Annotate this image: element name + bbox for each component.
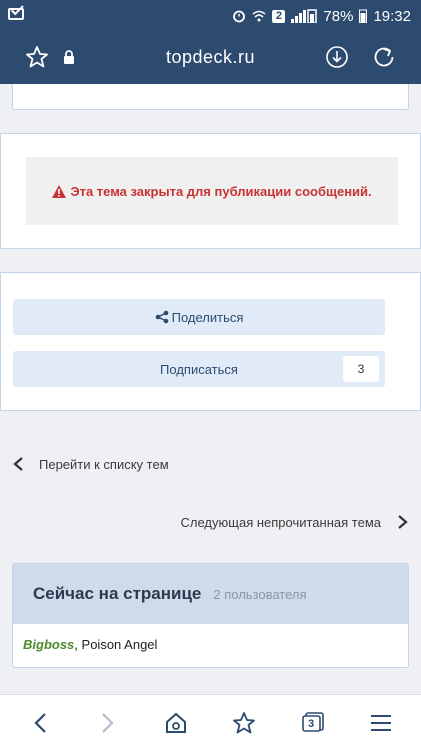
bookmarks-star-icon[interactable]: [232, 711, 256, 735]
warning-icon: [52, 184, 67, 198]
menu-icon[interactable]: [369, 711, 393, 735]
alarm-icon: [233, 10, 246, 23]
locked-notice-text: Эта тема закрыта для публикации сообщени…: [70, 183, 372, 199]
online-users-list: Bigboss, Poison Angel: [13, 624, 408, 652]
previous-post-card: [12, 84, 409, 110]
online-users-title: Сейчас на странице: [33, 584, 202, 603]
online-user-separator: ,: [74, 637, 82, 652]
download-icon[interactable]: [324, 44, 350, 70]
online-users-block: Сейчас на странице 2 пользователя Bigbos…: [12, 563, 409, 668]
subscriber-count: 3: [343, 356, 379, 382]
home-icon[interactable]: [164, 711, 188, 735]
status-bar: 2 78% 19:32: [0, 0, 421, 32]
subscribe-button[interactable]: Подписаться 3: [13, 351, 385, 387]
back-to-topic-list-link[interactable]: Перейти к списку тем: [0, 449, 421, 479]
online-users-count: 2 пользователя: [213, 586, 307, 602]
tab-count: 3: [307, 718, 315, 730]
next-unread-topic-link[interactable]: Следующая непрочитанная тема: [0, 507, 421, 537]
chevron-right-icon: [398, 515, 408, 529]
share-label: Поделиться: [171, 309, 244, 325]
status-icons: 2 78% 19:32: [232, 6, 411, 26]
reload-icon[interactable]: [371, 44, 397, 70]
battery-level: 78%: [323, 7, 354, 25]
wifi-icon: [252, 10, 266, 22]
next-unread-topic-label: Следующая непрочитанная тема: [180, 514, 381, 530]
share-button[interactable]: Поделиться: [13, 299, 385, 335]
address-bar: topdeck.ru: [0, 32, 421, 84]
email-icon: [8, 8, 24, 20]
clock: 19:32: [373, 7, 411, 25]
subscribe-label: Подписаться: [160, 361, 238, 377]
share-icon: [155, 310, 168, 324]
online-users-header: Сейчас на странице 2 пользователя: [13, 564, 408, 624]
back-to-topic-list-label: Перейти к списку тем: [39, 456, 169, 472]
forward-arrow-icon[interactable]: [96, 711, 120, 735]
notification-badge: 2: [272, 9, 286, 23]
topic-actions-card: Поделиться Подписаться 3: [0, 272, 421, 411]
signal-icon: [291, 9, 318, 23]
back-arrow-icon[interactable]: [28, 711, 52, 735]
online-user-link[interactable]: Bigboss: [23, 637, 74, 652]
locked-notice-card: Эта тема закрыта для публикации сообщени…: [0, 133, 421, 249]
tabs-icon[interactable]: 3: [301, 711, 325, 735]
chevron-left-icon: [13, 457, 23, 471]
battery-icon: [359, 9, 368, 23]
browser-bottom-bar: 3: [0, 694, 421, 751]
locked-notice: Эта тема закрыта для публикации сообщени…: [26, 157, 398, 225]
url-text[interactable]: topdeck.ru: [0, 47, 421, 68]
online-user-link[interactable]: Poison Angel: [82, 637, 158, 652]
